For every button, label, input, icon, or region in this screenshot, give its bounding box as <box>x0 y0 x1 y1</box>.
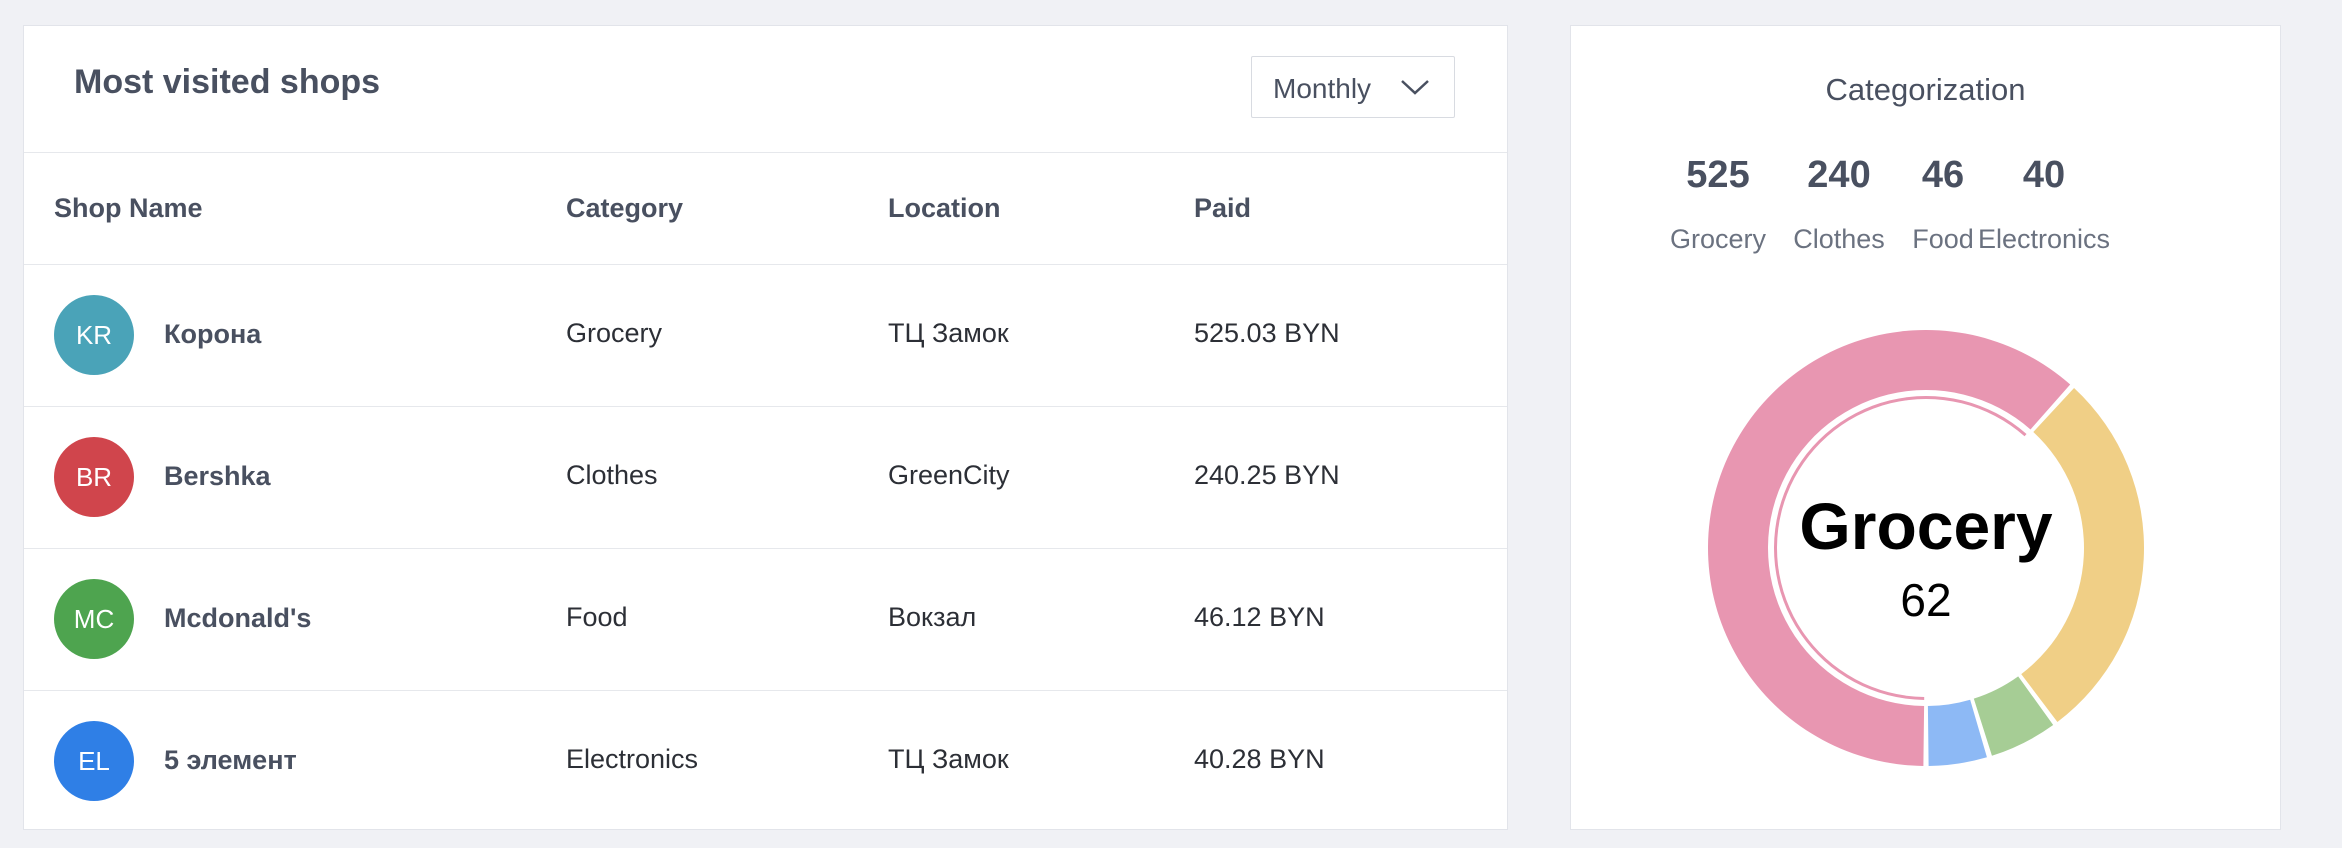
avatar: EL <box>54 721 134 801</box>
categorization-donut-chart: Grocery 62 <box>1708 329 2144 766</box>
paid-cell: 40.28 BYN <box>1194 744 1325 774</box>
location-cell: ТЦ Замок <box>888 318 1009 348</box>
card-header: Most visited shops Monthly <box>24 26 1507 153</box>
location-cell: Вокзал <box>888 602 977 632</box>
column-header-location: Location <box>888 193 1001 223</box>
shop-name: 5 элемент <box>164 745 297 775</box>
category-cell: Food <box>566 602 628 632</box>
avatar: BR <box>54 437 134 517</box>
table-row[interactable]: EL 5 элемент Electronics ТЦ Замок 40.28 … <box>24 690 1507 832</box>
most-visited-shops-card: Most visited shops Monthly Shop Name Cat… <box>23 25 1508 830</box>
chevron-down-icon <box>1401 80 1429 95</box>
donut-center-label: Grocery <box>1799 489 2052 563</box>
category-cell: Grocery <box>566 318 663 348</box>
table-row[interactable]: MC Mcdonald's Food Вокзал 46.12 BYN <box>24 548 1507 691</box>
avatar: KR <box>54 295 134 375</box>
column-header-paid: Paid <box>1194 193 1252 223</box>
column-header-category: Category <box>566 193 684 223</box>
shop-name: Bershka <box>164 461 271 491</box>
paid-cell: 46.12 BYN <box>1194 602 1325 632</box>
location-cell: ТЦ Замок <box>888 744 1009 774</box>
table-header: Shop Name Category Location Paid <box>24 152 1507 265</box>
shop-name: Mcdonald's <box>164 603 312 633</box>
shop-name: Корона <box>164 319 262 349</box>
categorization-card: Categorization 525 Grocery 240 Clothes 4… <box>1570 25 2281 830</box>
column-header-shop-name: Shop Name <box>54 193 203 223</box>
category-cell: Electronics <box>566 744 699 774</box>
table-row[interactable]: BR Bershka Clothes GreenCity 240.25 BYN <box>24 406 1507 549</box>
avatar: MC <box>54 579 134 659</box>
paid-cell: 525.03 BYN <box>1194 318 1340 348</box>
category-cell: Clothes <box>566 460 658 490</box>
donut-center-value: 62 <box>1900 574 1951 626</box>
card-title: Most visited shops <box>74 63 381 101</box>
period-select[interactable]: Monthly <box>1251 56 1455 118</box>
paid-cell: 240.25 BYN <box>1194 460 1340 490</box>
period-select-value: Monthly <box>1273 73 1372 104</box>
table-row[interactable]: KR Корона Grocery ТЦ Замок 525.03 BYN <box>24 264 1507 407</box>
location-cell: GreenCity <box>888 460 1010 490</box>
